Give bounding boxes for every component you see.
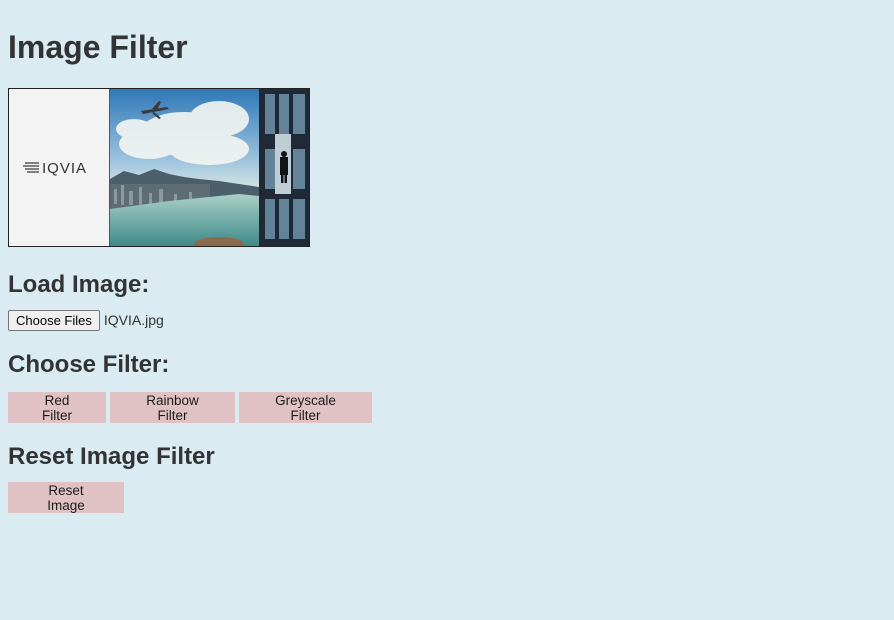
red-filter-button[interactable]: Red Filter	[8, 392, 106, 423]
selected-file-name: IQVIA.jpg	[103, 312, 164, 328]
filter-buttons: Red Filter Rainbow Filter Greyscale Filt…	[8, 392, 894, 423]
page-title: Image Filter	[8, 29, 188, 65]
choose-files-button[interactable]: Choose Files	[8, 309, 100, 331]
reset-image-button[interactable]: Reset Image	[8, 482, 124, 513]
greyscale-filter-button[interactable]: Greyscale Filter	[239, 392, 372, 423]
logo-text: IQVIA	[42, 160, 87, 177]
rainbow-filter-button[interactable]: Rainbow Filter	[110, 392, 235, 423]
reset-filter-heading: Reset Image Filter	[8, 443, 215, 470]
choose-filter-heading: Choose Filter:	[8, 351, 170, 378]
file-input[interactable]: Choose Files IQVIA.jpg	[8, 309, 894, 331]
page: Image Filter IQVIA Load Image: Choose Fi…	[0, 0, 894, 513]
load-image-heading: Load Image:	[8, 271, 150, 298]
image-canvas: IQVIA	[8, 88, 310, 247]
